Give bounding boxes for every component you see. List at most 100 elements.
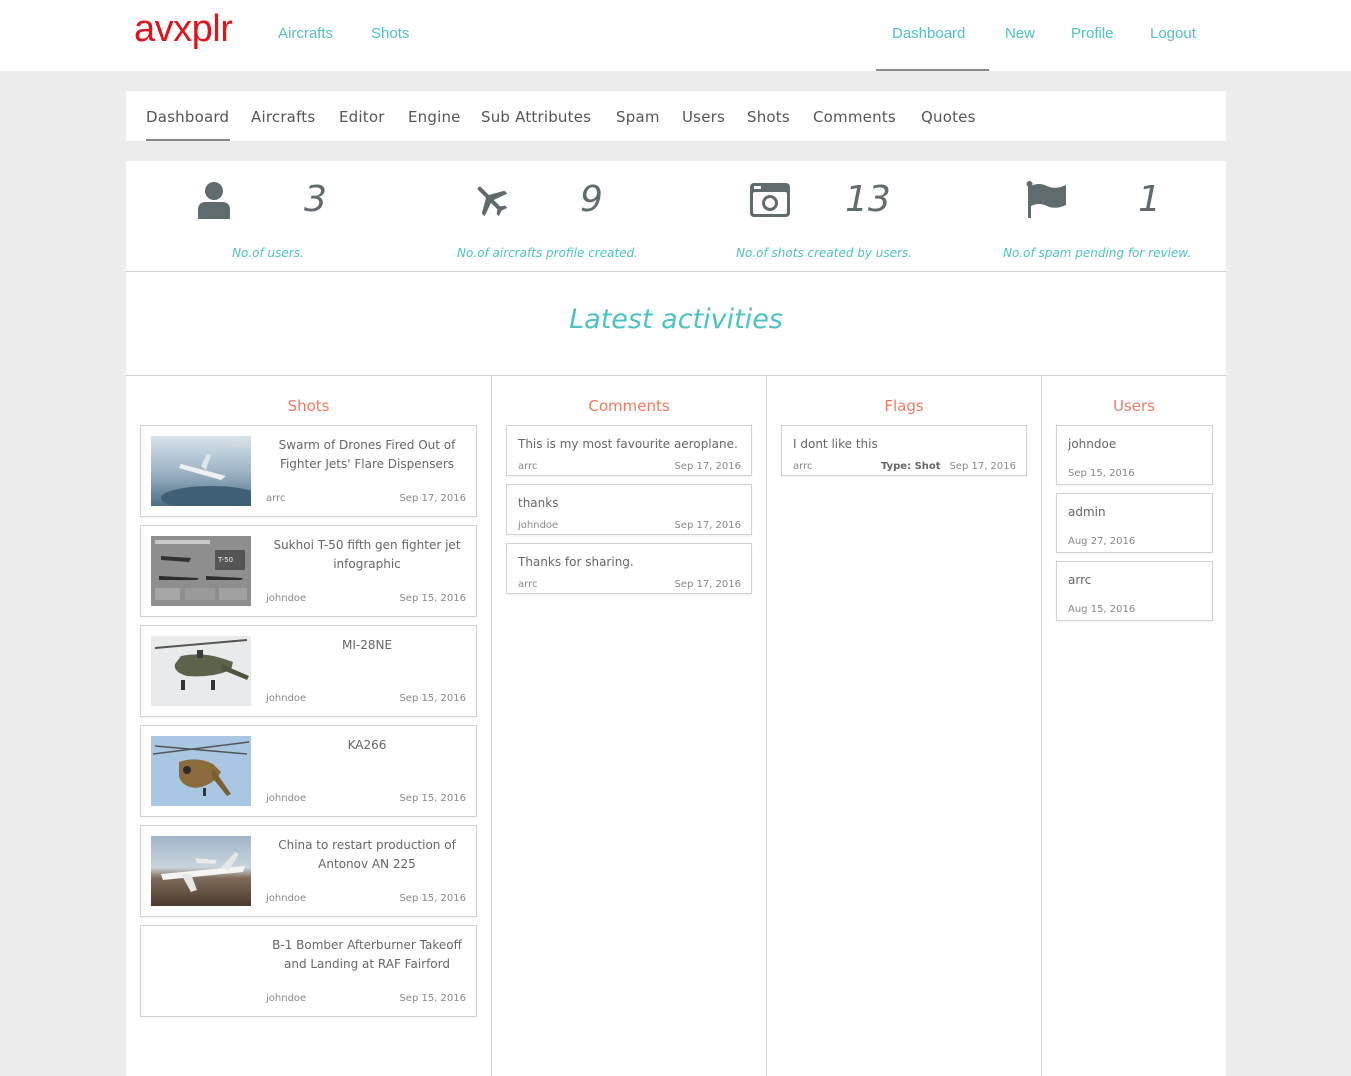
flag-date: Sep 17, 2016 [949,461,1016,472]
user-name[interactable]: johndoe [1068,437,1116,451]
comment-text: Thanks for sharing. [518,555,634,569]
users-column-title: Users [1112,397,1155,415]
shot-date: Sep 15, 2016 [399,693,466,704]
shot-date: Sep 15, 2016 [399,893,466,904]
shots-column: Shots Swarm of Drones Fired Out of Fight… [126,376,491,1076]
tab-aircrafts[interactable]: Aircrafts [251,108,315,126]
admin-tabs: Dashboard Aircrafts Editor Engine Sub At… [126,91,1226,141]
shot-date: Sep 15, 2016 [399,793,466,804]
comment-date: Sep 17, 2016 [674,579,741,590]
shot-author[interactable]: johndoe [266,893,306,904]
user-card[interactable]: admin Aug 27, 2016 [1056,493,1213,553]
shot-author[interactable]: johndoe [266,693,306,704]
nav-shots[interactable]: Shots [371,25,409,42]
shot-thumbnail[interactable] [151,636,251,706]
comment-text: thanks [518,496,559,510]
tab-comments[interactable]: Comments [813,108,896,126]
shot-title[interactable]: B-1 Bomber Afterburner Takeoff and Landi… [266,936,468,974]
users-column: Users johndoe Sep 15, 2016 admin Aug 27,… [1041,376,1226,1076]
shot-card[interactable]: Swarm of Drones Fired Out of Fighter Jet… [140,425,477,517]
nav-aircrafts[interactable]: Aircrafts [278,25,333,42]
user-joined-date: Sep 15, 2016 [1068,468,1135,479]
flag-text: I dont like this [793,437,878,451]
tab-quotes[interactable]: Quotes [921,108,976,126]
shot-title[interactable]: KA266 [266,736,468,755]
spam-count: 1 [1138,179,1161,220]
shot-title[interactable]: Swarm of Drones Fired Out of Fighter Jet… [266,436,468,474]
camera-icon [750,183,790,217]
nav-new[interactable]: New [1005,25,1035,42]
flags-column: Flags I dont like this arrc Type: Shot S… [766,376,1041,1076]
users-count: 3 [304,179,327,220]
flag-card[interactable]: I dont like this arrc Type: Shot Sep 17,… [781,425,1027,476]
nav-dashboard[interactable]: Dashboard [892,25,965,42]
shot-card[interactable]: B-1 Bomber Afterburner Takeoff and Landi… [140,925,477,1017]
tab-active-indicator [146,139,230,141]
nav-profile[interactable]: Profile [1071,25,1114,42]
comment-author[interactable]: arrc [518,579,537,590]
nav-logout[interactable]: Logout [1150,25,1196,42]
shot-thumbnail[interactable] [151,836,251,906]
user-card[interactable]: johndoe Sep 15, 2016 [1056,425,1213,485]
comment-card[interactable]: This is my most favourite aeroplane. arr… [506,425,752,476]
aircrafts-count: 9 [580,179,603,220]
user-joined-date: Aug 15, 2016 [1068,604,1136,615]
user-name[interactable]: arrc [1068,573,1091,587]
tab-engine[interactable]: Engine [408,108,461,126]
shot-card[interactable]: China to restart production of Antonov A… [140,825,477,917]
tab-shots[interactable]: Shots [747,108,790,126]
user-icon [198,182,230,219]
comment-date: Sep 17, 2016 [674,461,741,472]
latest-activities-title: Latest activities [569,304,783,335]
comment-author[interactable]: arrc [518,461,537,472]
airplane-icon [477,186,508,217]
user-joined-date: Aug 27, 2016 [1068,536,1136,547]
brand-logo[interactable]: avxplr [134,8,233,51]
shot-card[interactable]: T-50 Sukhoi T-50 fifth gen fighter jet i… [140,525,477,617]
shot-date: Sep 15, 2016 [399,593,466,604]
shot-author[interactable]: johndoe [266,993,306,1004]
comment-card[interactable]: Thanks for sharing. arrc Sep 17, 2016 [506,543,752,594]
shot-date: Sep 17, 2016 [399,493,466,504]
comment-author[interactable]: johndoe [518,520,558,531]
shot-author[interactable]: johndoe [266,793,306,804]
nav-active-indicator [876,69,989,71]
shots-column-title: Shots [287,397,330,415]
tab-editor[interactable]: Editor [339,108,385,126]
aircrafts-count-label: No.of aircrafts profile created. [457,246,638,260]
tab-spam[interactable]: Spam [616,108,660,126]
shot-thumbnail[interactable]: T-50 [151,536,251,606]
comment-date: Sep 17, 2016 [674,520,741,531]
shot-thumbnail[interactable] [151,736,251,806]
flag-type: Type: Shot [881,461,941,472]
stats-panel: 3 No.of users. 9 No.of aircrafts profile… [126,161,1226,272]
spam-count-label: No.of spam pending for review. [1003,246,1192,260]
shot-title[interactable]: Sukhoi T-50 fifth gen fighter jet infogr… [266,536,468,574]
user-name[interactable]: admin [1068,505,1106,519]
shot-card[interactable]: KA266 johndoe Sep 15, 2016 [140,725,477,817]
shot-title[interactable]: MI-28NE [266,636,468,655]
shot-date: Sep 15, 2016 [399,993,466,1004]
shot-card[interactable]: MI-28NE johndoe Sep 15, 2016 [140,625,477,717]
shot-thumbnail[interactable] [151,436,251,506]
shot-author[interactable]: arrc [266,493,285,504]
latest-activities-header: Latest activities [126,272,1226,376]
activity-columns: Shots Swarm of Drones Fired Out of Fight… [126,376,1226,1076]
shots-count-label: No.of shots created by users. [736,246,913,260]
comments-column: Comments This is my most favourite aerop… [491,376,766,1076]
flag-icon [1026,181,1066,218]
tab-dashboard[interactable]: Dashboard [146,108,229,126]
user-card[interactable]: arrc Aug 15, 2016 [1056,561,1213,621]
flags-column-title: Flags [884,397,924,415]
comment-card[interactable]: thanks johndoe Sep 17, 2016 [506,484,752,535]
flag-author[interactable]: arrc [793,461,812,472]
shot-title[interactable]: China to restart production of Antonov A… [266,836,468,874]
users-count-label: No.of users. [232,246,304,260]
shots-count: 13 [845,179,891,220]
comments-column-title: Comments [588,397,670,415]
tab-users[interactable]: Users [682,108,725,126]
shot-author[interactable]: johndoe [266,593,306,604]
comment-text: This is my most favourite aeroplane. [518,437,738,451]
top-navbar: avxplr Aircrafts Shots Dashboard New Pro… [0,0,1351,71]
tab-sub-attributes[interactable]: Sub Attributes [481,108,591,126]
